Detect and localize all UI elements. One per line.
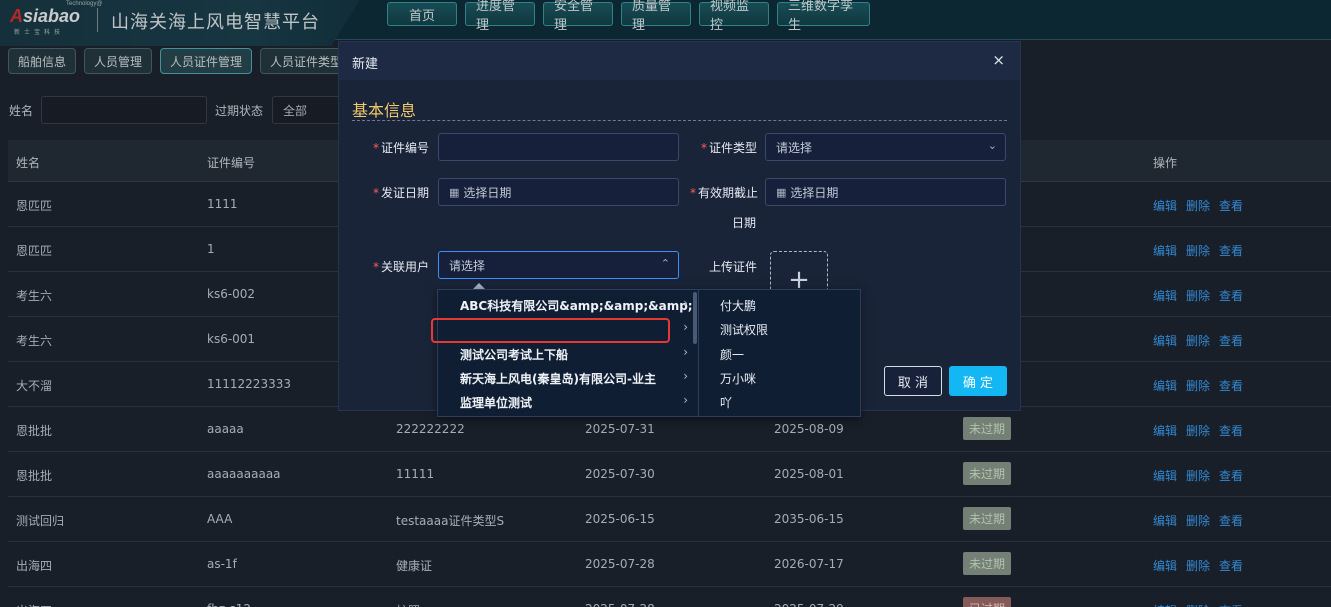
- cascader-user-option[interactable]: 万小咪: [699, 365, 860, 389]
- chevron-down-icon: ⌄: [987, 139, 997, 152]
- cascader-user-option[interactable]: 测试权限: [699, 316, 860, 340]
- scrollbar[interactable]: [693, 292, 697, 344]
- cert-type-placeholder: 请选择: [776, 140, 813, 155]
- dialog-header: 新建 ×: [339, 42, 1020, 80]
- issue-date-label: * 发证日期: [373, 186, 430, 200]
- section-title: 基本信息: [352, 101, 417, 120]
- cert-no-label: * 证件编号: [373, 141, 430, 155]
- cancel-button[interactable]: 取 消: [884, 366, 942, 396]
- issue-date-picker[interactable]: ▦ 选择日期: [438, 178, 679, 206]
- linked-user-placeholder: 请选择: [449, 258, 486, 273]
- section-divider: [352, 120, 1007, 121]
- linked-user-select[interactable]: 请选择 ⌃: [438, 251, 679, 279]
- expiry-date-picker[interactable]: ▦ 选择日期: [765, 178, 1006, 206]
- cascader-user-option[interactable]: 吖: [699, 389, 860, 413]
- linked-user-label: * 关联用户: [373, 260, 430, 274]
- chevron-right-icon: ›: [683, 320, 688, 334]
- user-cascader-dropdown: ABC科技有限公司&amp;&amp;&amp; › › 测试公司考试上下船 › 新…: [437, 289, 861, 417]
- cascader-user-option[interactable]: 付大鹏: [699, 292, 860, 316]
- cascader-company-option[interactable]: 测试公司考试上下船 ›: [438, 341, 698, 365]
- user-column: 付大鹏 测试权限 颜一 万小咪 吖: [699, 290, 860, 416]
- cert-type-select[interactable]: 请选择 ⌄: [765, 133, 1006, 161]
- chevron-right-icon: ›: [683, 345, 688, 359]
- cascader-company-option[interactable]: 新天海上风电(秦皇岛)有限公司-业主 ›: [438, 365, 698, 389]
- chevron-up-icon: ⌃: [660, 257, 670, 270]
- dialog-title: 新建: [352, 57, 379, 72]
- upload-label: 上传证件: [709, 260, 758, 274]
- chevron-right-icon: ›: [683, 393, 688, 407]
- chevron-right-icon: ›: [683, 296, 688, 310]
- company-column: ABC科技有限公司&amp;&amp;&amp; › › 测试公司考试上下船 › 新…: [438, 290, 699, 416]
- cert-no-input[interactable]: [438, 133, 679, 161]
- confirm-button[interactable]: 确 定: [949, 366, 1007, 396]
- chevron-right-icon: ›: [683, 369, 688, 383]
- cascader-company-option[interactable]: ABC科技有限公司&amp;&amp;&amp; ›: [438, 292, 698, 316]
- close-icon[interactable]: ×: [992, 51, 1005, 69]
- highlight-box: [431, 318, 670, 343]
- expiry-date-label-line2: 日期: [732, 216, 757, 230]
- cascader-company-option[interactable]: 监理单位测试 ›: [438, 389, 698, 413]
- calendar-icon: ▦: [449, 185, 460, 199]
- expiry-date-label: * 有效期截止: [689, 186, 758, 200]
- cert-type-label: * 证件类型: [701, 141, 758, 155]
- expiry-date-placeholder: 选择日期: [790, 185, 839, 200]
- cascader-user-option[interactable]: 颜一: [699, 341, 860, 365]
- issue-date-placeholder: 选择日期: [463, 185, 512, 200]
- calendar-icon: ▦: [776, 185, 787, 199]
